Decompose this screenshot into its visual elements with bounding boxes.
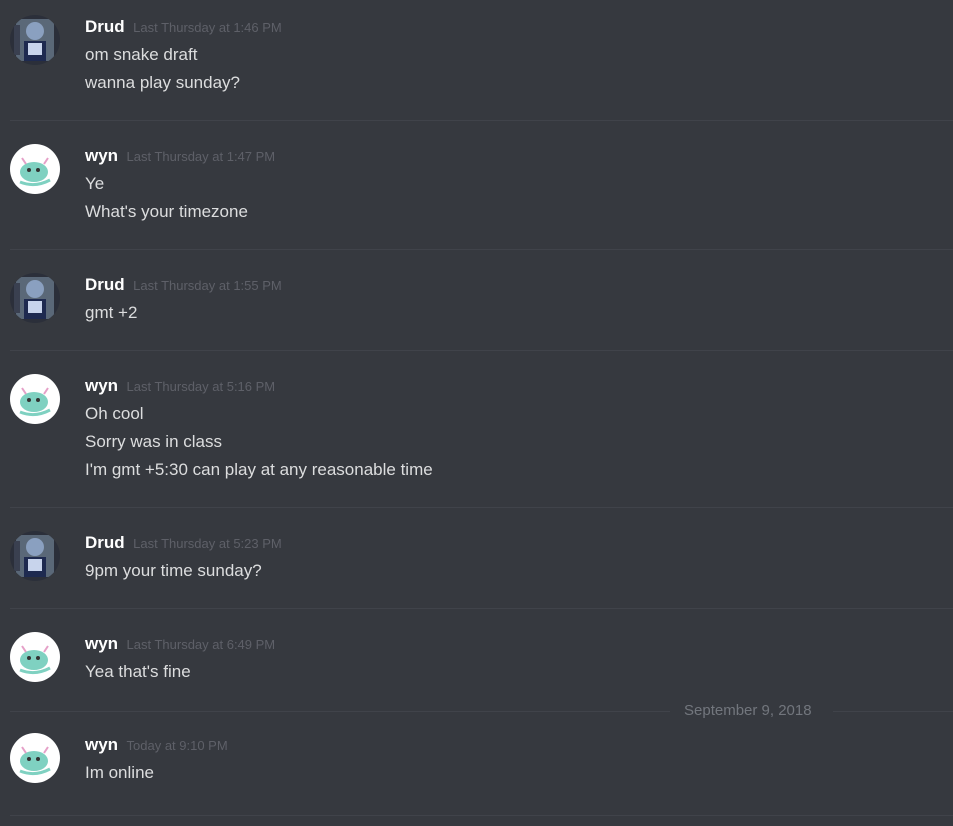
username[interactable]: wyn bbox=[85, 735, 118, 754]
drud-avatar-icon[interactable] bbox=[10, 15, 60, 65]
username[interactable]: Drud bbox=[85, 17, 125, 36]
message-text: Oh cool bbox=[85, 404, 144, 423]
message-text: gmt +2 bbox=[85, 303, 138, 322]
timestamp: Last Thursday at 1:55 PM bbox=[133, 278, 282, 293]
timestamp: Last Thursday at 5:16 PM bbox=[126, 379, 276, 394]
message-text: I'm gmt +5:30 can play at any reasonable… bbox=[85, 460, 433, 479]
username[interactable]: wyn bbox=[85, 146, 118, 165]
message-header: wyn Today at 9:10 PM bbox=[85, 735, 228, 755]
date-separator-rule bbox=[833, 711, 953, 712]
username[interactable]: wyn bbox=[85, 376, 118, 395]
date-separator-label: September 9, 2018 bbox=[684, 702, 812, 719]
message-text: wanna play sunday? bbox=[85, 73, 241, 92]
wyn-avatar-icon[interactable] bbox=[10, 632, 60, 682]
timestamp: Today at 9:10 PM bbox=[126, 738, 228, 753]
timestamp: Last Thursday at 6:49 PM bbox=[126, 637, 276, 652]
message-divider bbox=[10, 608, 953, 609]
message-text: Sorry was in class bbox=[85, 432, 222, 451]
message-text: What's your timezone bbox=[85, 202, 248, 221]
date-separator-rule bbox=[10, 711, 670, 712]
timestamp: Last Thursday at 1:46 PM bbox=[133, 20, 282, 35]
message-header: Drud Last Thursday at 1:55 PM bbox=[85, 275, 282, 295]
message-header: wyn Last Thursday at 5:16 PM bbox=[85, 376, 275, 396]
timestamp: Last Thursday at 1:47 PM bbox=[126, 149, 276, 164]
message-text: Ye bbox=[85, 174, 105, 193]
username[interactable]: wyn bbox=[85, 634, 118, 653]
username[interactable]: Drud bbox=[85, 275, 125, 294]
message-text: Yea that's fine bbox=[85, 662, 191, 681]
message-text: Im online bbox=[85, 763, 154, 782]
wyn-avatar-icon[interactable] bbox=[10, 374, 60, 424]
message-header: wyn Last Thursday at 6:49 PM bbox=[85, 634, 275, 654]
timestamp: Last Thursday at 5:23 PM bbox=[133, 536, 282, 551]
message-header: Drud Last Thursday at 5:23 PM bbox=[85, 533, 282, 553]
date-separator: September 9, 2018 bbox=[10, 701, 953, 721]
wyn-avatar-icon[interactable] bbox=[10, 733, 60, 783]
message-divider bbox=[10, 507, 953, 508]
message-header: Drud Last Thursday at 1:46 PM bbox=[85, 17, 282, 37]
message-text: 9pm your time sunday? bbox=[85, 561, 262, 580]
username[interactable]: Drud bbox=[85, 533, 125, 552]
message-divider bbox=[10, 249, 953, 250]
message-text: om snake draft bbox=[85, 45, 198, 64]
message-divider bbox=[10, 120, 953, 121]
drud-avatar-icon[interactable] bbox=[10, 273, 60, 323]
message-divider bbox=[10, 350, 953, 351]
message-header: wyn Last Thursday at 1:47 PM bbox=[85, 146, 275, 166]
message-divider bbox=[10, 815, 953, 816]
drud-avatar-icon[interactable] bbox=[10, 531, 60, 581]
wyn-avatar-icon[interactable] bbox=[10, 144, 60, 194]
